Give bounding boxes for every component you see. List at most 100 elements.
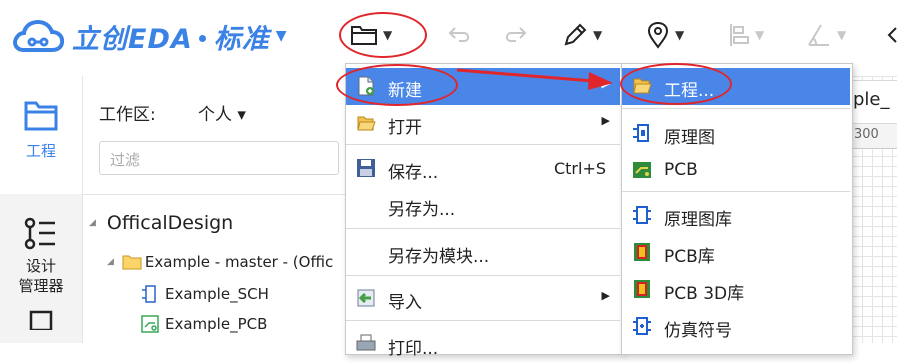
schematic-library-icon xyxy=(633,206,651,224)
design-manager-label-1: 设计 xyxy=(25,257,56,275)
import-icon xyxy=(357,289,375,307)
project-folder-icon xyxy=(24,101,58,131)
tree-item-label: Example - master - (Offic xyxy=(144,253,334,271)
file-dropdown-menu: 新建 ▶ 打开 ▶ 保存... Ctrl+S 另存为... 另存为模块... 导… xyxy=(345,63,623,359)
menu-separator xyxy=(622,191,850,192)
menu-item-label: 另存为模块... xyxy=(388,247,490,267)
annotation-circle-file xyxy=(339,12,427,58)
location-pin-icon xyxy=(647,21,669,49)
menu-item-label: PCB库 xyxy=(664,247,715,267)
menu-item-label: 原理图库 xyxy=(664,210,732,230)
menu-item-save-as-module[interactable]: 另存为模块... xyxy=(346,234,620,271)
menu-separator xyxy=(346,144,620,145)
submenu-item-pcb-3d-lib[interactable]: PCB 3D库 xyxy=(622,271,850,308)
angle-measure-icon xyxy=(808,24,829,46)
annotation-circle-project xyxy=(620,63,732,105)
workspace-select[interactable]: 个人 ▾ xyxy=(198,100,246,125)
annotation-arrow xyxy=(456,68,613,90)
submenu-arrow-icon: ▶ xyxy=(601,289,610,302)
tree-item-label: Example_PCB xyxy=(165,315,268,333)
nav-item-project-label: 工程 xyxy=(25,142,56,160)
menu-item-label: 导入 xyxy=(388,293,422,313)
menu-item-save[interactable]: 保存... Ctrl+S xyxy=(346,150,620,187)
simulation-symbol-icon xyxy=(633,317,651,335)
measure-menu-button[interactable]: ▼ xyxy=(806,18,846,52)
edit-menu-button[interactable]: ▼ xyxy=(562,18,602,52)
document-tab[interactable]: ple_ xyxy=(852,80,897,124)
folder-icon xyxy=(122,255,142,270)
pcb-library-icon xyxy=(634,243,650,261)
pencil-icon xyxy=(564,23,587,46)
menu-separator xyxy=(346,275,620,276)
list-tree-icon xyxy=(24,217,55,250)
collapse-triangle-icon: ◢ xyxy=(107,257,114,267)
tree-item-root[interactable]: ◢ OfficalDesign xyxy=(89,212,233,234)
pcb-icon xyxy=(141,315,159,333)
nav-item-project[interactable]: 工程 xyxy=(0,76,82,194)
left-navigation-bar: 工程 设计 管理器 xyxy=(0,76,83,343)
cloud-logo-icon xyxy=(13,19,64,52)
menu-item-label: 另存为... xyxy=(388,200,456,220)
chevron-down-icon[interactable]: ▼ xyxy=(276,28,287,44)
menu-separator xyxy=(622,108,850,109)
menu-shortcut: Ctrl+S xyxy=(553,159,606,178)
printer-icon xyxy=(356,334,376,351)
tree-item-label: Example_SCH xyxy=(165,285,269,303)
align-menu-button[interactable]: ▼ xyxy=(728,18,764,52)
schematic-icon xyxy=(633,124,649,142)
submenu-arrow-icon: ▶ xyxy=(601,114,610,127)
menu-separator xyxy=(346,228,620,229)
schematic-icon xyxy=(142,285,156,303)
tree-item-pcb[interactable]: Example_PCB xyxy=(141,315,267,333)
project-panel: 工作区: 个人 ▾ 过滤 ◢ OfficalDesign ◢ Example -… xyxy=(83,76,345,343)
menu-item-label: PCB xyxy=(664,160,698,180)
component-icon xyxy=(29,310,53,332)
logo-text: 立创EDA 标准 xyxy=(72,23,270,55)
menu-item-print[interactable]: 打印... xyxy=(346,326,620,363)
menu-item-label: 打开 xyxy=(388,118,422,138)
save-disk-icon xyxy=(357,159,375,177)
more-tools-button[interactable] xyxy=(886,18,897,52)
chevron-down-icon: ▼ xyxy=(755,28,765,42)
ruler-tick-label: 300 xyxy=(854,127,879,142)
redo-button[interactable] xyxy=(502,18,528,52)
new-submenu: 工程... 原理图 PCB 原理图库 PCB库 PCB 3D库 仿真符号 xyxy=(621,63,853,355)
overflow-icon xyxy=(887,27,897,43)
tree-item-project[interactable]: ◢ Example - master - (Offic xyxy=(107,253,333,271)
menu-item-open[interactable]: 打开 ▶ xyxy=(346,105,620,142)
place-menu-button[interactable]: ▼ xyxy=(646,18,684,52)
app-logo[interactable]: 立创EDA 标准 ▼ xyxy=(12,14,287,58)
submenu-item-schematic-lib[interactable]: 原理图库 xyxy=(622,197,850,234)
menu-item-label: 原理图 xyxy=(664,128,715,148)
filter-input[interactable]: 过滤 xyxy=(99,141,339,175)
tree-item-schematic[interactable]: Example_SCH xyxy=(141,284,269,304)
design-manager-label-2: 管理器 xyxy=(18,277,64,295)
undo-button[interactable] xyxy=(447,18,473,52)
open-folder-icon xyxy=(357,116,376,131)
menu-item-label: PCB 3D库 xyxy=(664,284,745,304)
document-tab-label: ple_ xyxy=(853,89,890,110)
divider xyxy=(83,194,345,195)
annotation-circle-new xyxy=(336,64,458,106)
menu-item-label: 打印... xyxy=(388,339,439,359)
menu-item-save-as[interactable]: 另存为... xyxy=(346,187,620,224)
submenu-item-schematic[interactable]: 原理图 xyxy=(622,115,850,152)
menu-item-label: 仿真符号 xyxy=(664,321,732,341)
collapse-triangle-icon: ◢ xyxy=(89,218,96,228)
align-icon xyxy=(730,24,749,46)
chevron-down-icon: ▼ xyxy=(675,28,685,42)
ruler: 300 xyxy=(852,124,897,149)
menu-item-import[interactable]: 导入 ▶ xyxy=(346,280,620,317)
nav-item-design-manager[interactable]: 设计 管理器 xyxy=(0,194,82,343)
tree-item-label: OfficalDesign xyxy=(106,212,234,234)
chevron-down-icon: ▼ xyxy=(593,28,603,42)
pcb-icon xyxy=(633,162,651,178)
submenu-item-pcb[interactable]: PCB xyxy=(622,152,850,189)
undo-icon xyxy=(448,27,470,42)
submenu-item-sim-symbol[interactable]: 仿真符号 xyxy=(622,308,850,345)
menu-item-label: 保存... xyxy=(388,163,439,183)
submenu-item-pcb-lib[interactable]: PCB库 xyxy=(622,234,850,271)
redo-icon xyxy=(505,27,527,42)
pcb-3d-library-icon xyxy=(634,280,650,298)
edition-label: 标准 xyxy=(213,23,270,55)
